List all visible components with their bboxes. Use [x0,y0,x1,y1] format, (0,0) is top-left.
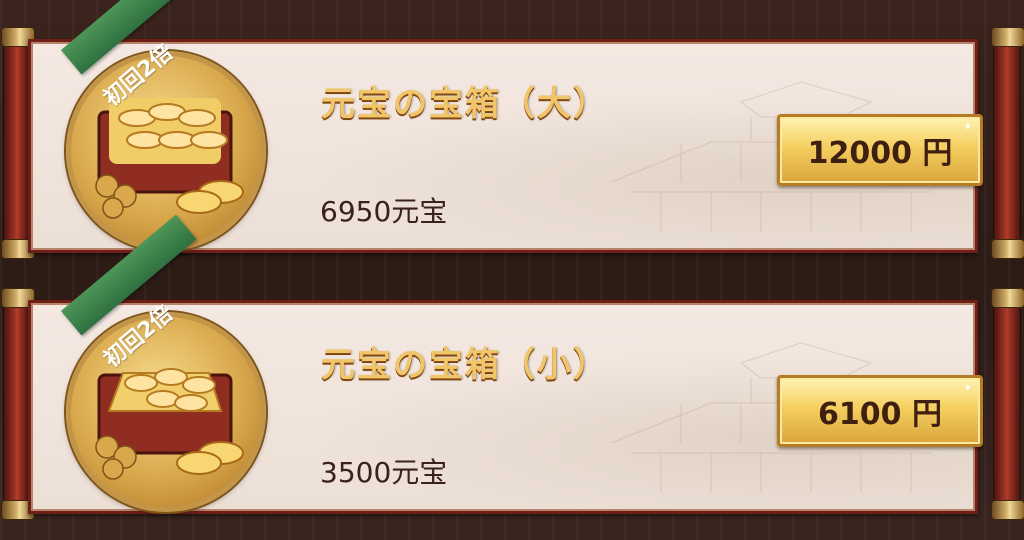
buy-button-small[interactable]: 6100 円 ✦ [777,375,983,447]
sparkle-icon: ✦ [963,383,972,394]
scroll-rod-right [991,288,1024,520]
buy-button-large[interactable]: 12000 円 ✦ [777,114,983,186]
product-panel: 初回2倍 元宝の宝箱（小） 3500元宝 6100 円 ✦ [28,214,983,514]
product-card-large: 初回2倍 元宝の宝箱（大） 6950元宝 12000 円 ✦ [0,0,1024,259]
scroll-rod-right [991,27,1024,259]
sparkle-icon: ✦ [963,122,972,133]
product-amount: 6950元宝 [320,195,448,228]
product-amount: 3500元宝 [320,456,448,489]
scroll-rod-left [1,288,35,520]
product-title: 元宝の宝箱（大） [321,84,609,124]
first-purchase-badge: 初回2倍 [51,214,221,423]
price-label: 6100 円 [818,397,942,432]
product-title: 元宝の宝箱（小） [321,345,609,385]
price-label: 12000 円 [807,136,953,171]
first-purchase-badge: 初回2倍 [51,0,221,162]
product-card-small: 初回2倍 元宝の宝箱（小） 3500元宝 6100 円 ✦ [0,214,1024,520]
scroll-rod-left [1,27,35,259]
